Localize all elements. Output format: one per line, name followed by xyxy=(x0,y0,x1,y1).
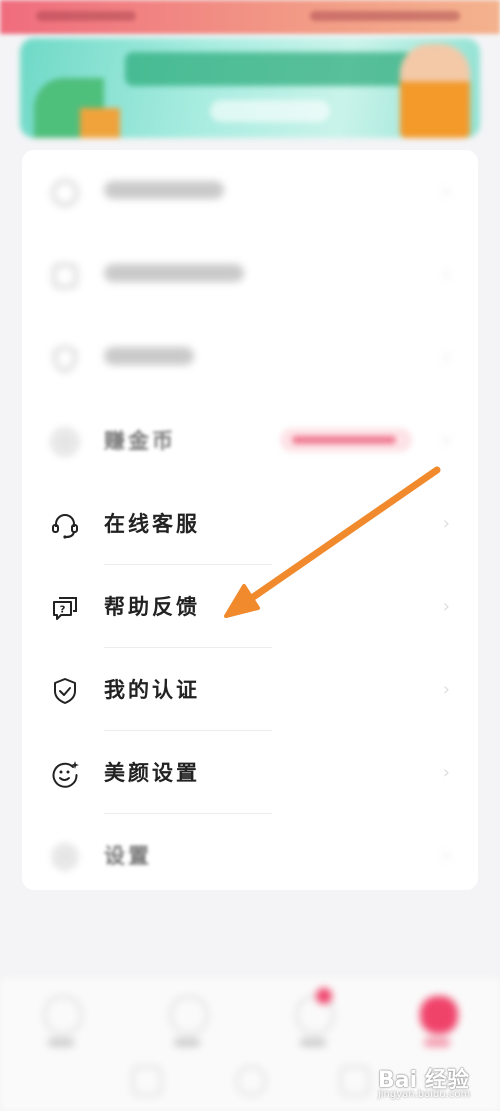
menu-item-help-feedback[interactable]: ? 帮助反馈 › xyxy=(22,565,478,648)
nav-home-button[interactable] xyxy=(236,1066,266,1096)
banner-box-graphic xyxy=(80,108,120,138)
tab-label-mine xyxy=(424,1038,450,1047)
headset-icon xyxy=(52,514,78,539)
hexagon-gear-icon xyxy=(54,843,76,871)
banner-subtitle-pill xyxy=(210,100,330,122)
menu-item-blurred-2[interactable]: › xyxy=(22,233,478,316)
chevron-right-icon: › xyxy=(442,596,450,617)
chevron-right-icon: › xyxy=(442,430,450,451)
tab-icon-1[interactable] xyxy=(44,996,82,1034)
promo-banner[interactable] xyxy=(20,38,480,138)
menu-item-blurred-3[interactable]: › xyxy=(22,316,478,399)
chevron-right-icon: › xyxy=(442,513,450,534)
shield-check-icon xyxy=(54,678,76,704)
menu-item-label: 在线客服 xyxy=(104,512,200,536)
tab-icon-mine[interactable] xyxy=(420,996,458,1034)
svg-text:?: ? xyxy=(60,605,66,616)
tab-label-3 xyxy=(300,1038,326,1047)
menu-item-settings[interactable]: 设置 › xyxy=(22,814,478,897)
scan-frame-icon xyxy=(53,264,77,288)
chevron-right-icon: › xyxy=(442,264,450,285)
menu-item-blurred-1[interactable]: › xyxy=(22,150,478,233)
chevron-right-icon: › xyxy=(442,181,450,202)
menu-item-label: 赚金币 xyxy=(104,429,176,453)
status-left xyxy=(36,11,136,21)
tab-label-2 xyxy=(174,1038,200,1047)
menu-item-earn-coins[interactable]: 赚金币 › xyxy=(22,399,478,482)
menu-item-label-placeholder xyxy=(104,347,194,365)
menu-item-label-placeholder xyxy=(104,181,224,199)
menu-item-label: 我的认证 xyxy=(104,678,200,702)
menu-item-label: 设置 xyxy=(104,844,152,868)
menu-item-label: 美颜设置 xyxy=(104,761,200,785)
menu-item-label-placeholder xyxy=(104,264,244,282)
watermark-url: jingyan.baidu.com xyxy=(378,1089,471,1100)
coin-icon xyxy=(52,429,78,455)
nav-back-button[interactable] xyxy=(132,1066,162,1096)
menu-item-beauty-settings[interactable]: 美颜设置 › xyxy=(22,731,478,814)
face-sparkle-icon xyxy=(52,761,79,788)
chevron-right-icon: › xyxy=(442,347,450,368)
chevron-right-icon: › xyxy=(442,762,450,783)
chevron-right-icon: › xyxy=(442,845,450,866)
notification-dot xyxy=(316,988,332,1004)
earn-coins-badge xyxy=(280,428,412,452)
tab-label-1 xyxy=(48,1038,74,1047)
tab-icon-2[interactable] xyxy=(170,996,208,1034)
help-chat-icon: ? xyxy=(53,597,77,620)
chevron-right-icon: › xyxy=(442,679,450,700)
menu-item-label: 帮助反馈 xyxy=(104,595,200,619)
status-right xyxy=(310,11,460,21)
menu-item-my-certification[interactable]: 我的认证 › xyxy=(22,648,478,731)
banner-person-illustration xyxy=(400,44,470,138)
menu-card: › › › 赚金币 › 在线客服 › ? 帮助反馈 › 我的认证 › 美颜设置 … xyxy=(22,150,478,890)
circle-icon xyxy=(52,180,78,206)
banner-title xyxy=(125,52,415,86)
menu-item-online-service[interactable]: 在线客服 › xyxy=(22,482,478,565)
nav-recent-button[interactable] xyxy=(340,1066,370,1096)
shield-icon xyxy=(54,345,76,373)
status-bar xyxy=(0,0,500,34)
